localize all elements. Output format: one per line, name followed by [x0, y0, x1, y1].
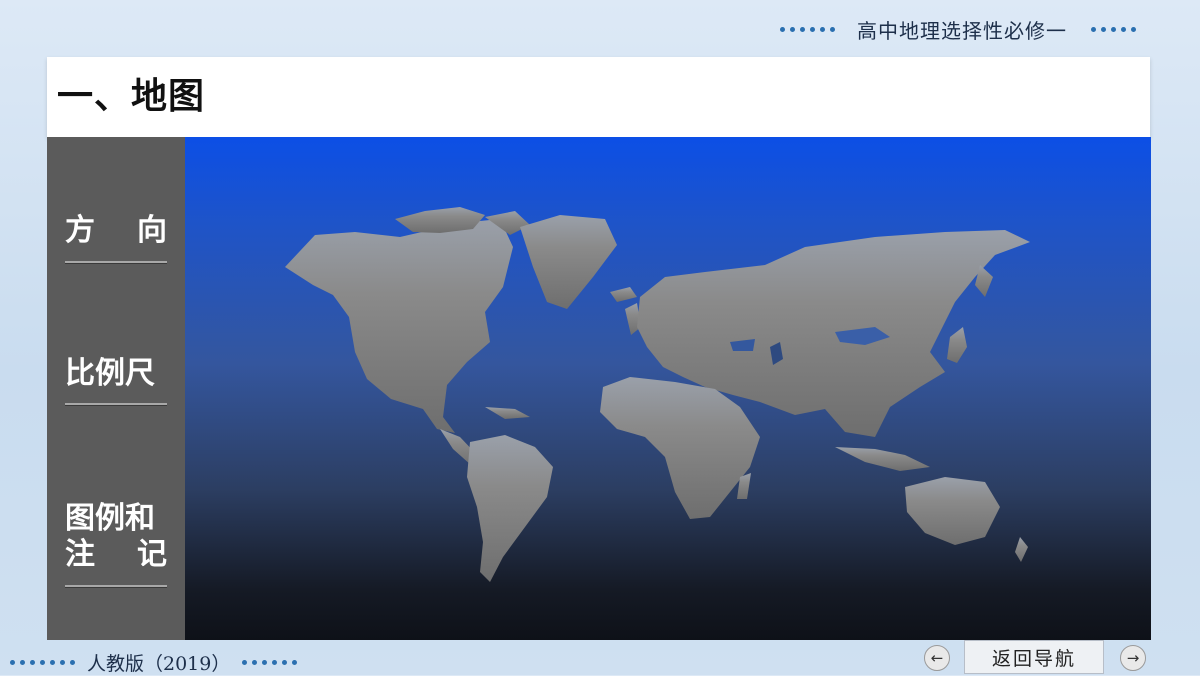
world-map-panel: [185, 137, 1151, 640]
caribbean-shape: [485, 407, 530, 419]
iceland-shape: [610, 287, 637, 302]
sidebar-item-scale-label: 比例尺: [65, 356, 155, 391]
edition-label: 人教版（2019）: [87, 652, 231, 675]
sidebar-item-scale[interactable]: 比例尺: [65, 356, 167, 405]
decorative-dots-right: [1091, 26, 1136, 32]
australia-shape: [905, 477, 1000, 545]
section-title-bar: 一、地图: [47, 57, 1150, 137]
header-strip: 高中地理选择性必修一: [780, 12, 1180, 46]
south-america-shape: [467, 435, 553, 582]
sidebar: 方 向 比例尺 图例和 注 记: [47, 137, 185, 640]
arctic-islands-shape: [395, 207, 485, 233]
sidebar-item-direction[interactable]: 方 向: [65, 213, 167, 263]
footer-edition: 人教版（2019）: [10, 650, 298, 675]
sidebar-item-legend[interactable]: 图例和 注 记: [65, 501, 167, 587]
southeast-asia-islands-shape: [835, 447, 930, 471]
japan-shape: [947, 327, 967, 363]
sidebar-divider: [65, 585, 167, 587]
sidebar-item-direction-label: 方 向: [65, 213, 167, 248]
world-map-image: [285, 207, 1030, 582]
next-arrow-icon[interactable]: →: [1120, 645, 1146, 671]
sidebar-divider: [65, 261, 167, 263]
section-title: 一、地图: [57, 76, 206, 117]
sidebar-item-legend-label-line2: 注 记: [65, 537, 167, 572]
africa-shape: [600, 377, 760, 519]
decorative-dots-left: [10, 659, 75, 665]
decorative-dots-left: [780, 26, 835, 32]
back-to-navigation-button[interactable]: 返回导航: [964, 640, 1104, 674]
greenland-shape: [520, 215, 617, 309]
sidebar-divider: [65, 403, 167, 405]
decorative-dots-right: [242, 659, 298, 665]
course-title: 高中地理选择性必修一: [857, 18, 1067, 43]
north-america-shape: [285, 219, 513, 433]
previous-arrow-icon[interactable]: ←: [924, 645, 950, 671]
new-zealand-shape: [1015, 537, 1028, 562]
sidebar-item-legend-label-line1: 图例和: [65, 501, 155, 536]
